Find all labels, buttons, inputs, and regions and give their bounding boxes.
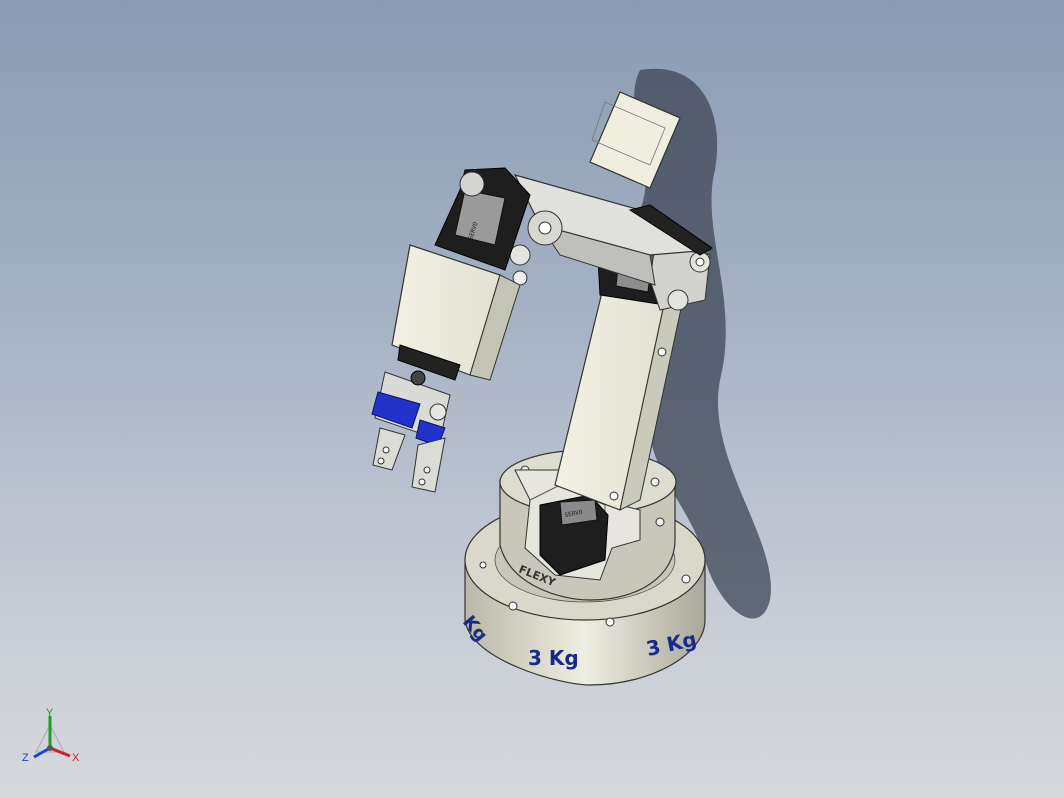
y-axis-label: Y	[46, 707, 54, 719]
weight-label-front: 3 Kg	[528, 646, 579, 670]
orientation-triad[interactable]: Y X Z	[22, 707, 80, 764]
gripper[interactable]	[371, 370, 451, 493]
cad-viewport[interactable]: SERVO SERVO 3 Kg 3 Kg Kg FLEXY Y X Z	[0, 0, 1064, 798]
model-canvas[interactable]: SERVO SERVO 3 Kg 3 Kg Kg FLEXY Y X Z	[0, 0, 1064, 798]
x-axis-label: X	[72, 752, 80, 764]
z-axis-label: Z	[22, 752, 29, 764]
